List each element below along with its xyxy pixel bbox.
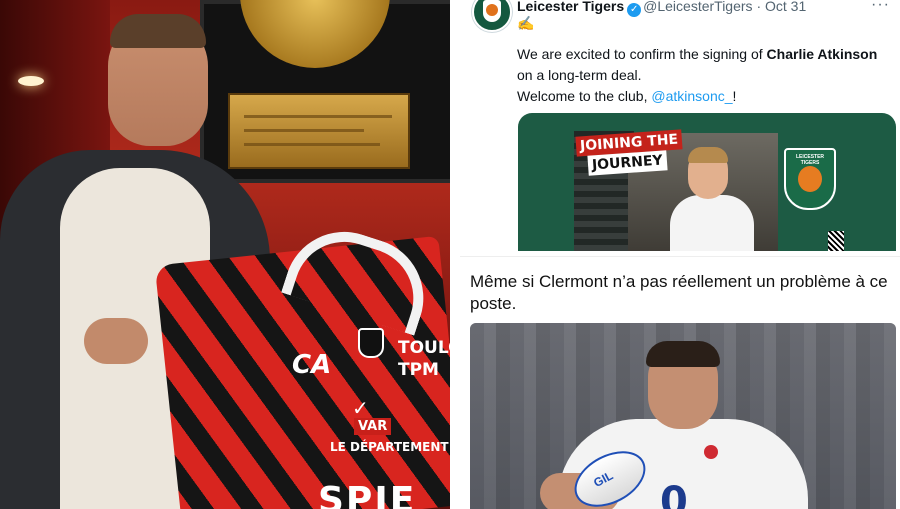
right-photo: 0 GIL	[470, 323, 896, 509]
writing-hand-emoji: ✍	[517, 15, 535, 31]
tiger-icon	[798, 166, 822, 192]
nike-swoosh-icon: ✓	[352, 396, 369, 420]
section-separator	[460, 256, 900, 257]
england-rose-icon	[704, 445, 718, 459]
ceiling-light	[18, 76, 44, 86]
welcome-suffix: !	[732, 88, 737, 104]
panel-divider	[450, 0, 460, 509]
tweet-date[interactable]: Oct 31	[765, 0, 806, 14]
gold-plaque	[228, 93, 410, 169]
header-separator: ·	[756, 0, 762, 14]
player-body	[670, 195, 754, 251]
tweet-text: We are excited to confirm the signing of…	[517, 44, 895, 86]
jersey-sponsor-departement: LE DÉPARTEMENT	[330, 440, 449, 454]
welcome-prefix: Welcome to the club,	[517, 88, 652, 104]
player-hair	[646, 341, 720, 367]
display-name[interactable]: Leicester Tigers	[517, 0, 624, 14]
rct-badge-icon	[358, 328, 384, 358]
tweet-card: Leicester Tigers ✓ @LeicesterTigers · Oct …	[460, 0, 900, 256]
tigers-badge-icon: LEICESTER TIGERS	[784, 148, 836, 210]
avatar[interactable]	[472, 0, 512, 32]
tweet-header: Leicester Tigers ✓ @LeicesterTigers · Oct …	[517, 0, 806, 17]
mention-link[interactable]: @atkinsonc_	[651, 88, 732, 104]
jersey-sponsor-toulon: TOULO	[398, 338, 450, 358]
tweet-welcome: Welcome to the club, @atkinsonc_!	[517, 88, 736, 104]
handle[interactable]: @LeicesterTigers	[643, 0, 752, 14]
tweet-media[interactable]: JOINING THE JOURNEY LEICESTER TIGERS	[518, 113, 896, 251]
more-options-icon[interactable]: ···	[871, 0, 890, 14]
verified-icon: ✓	[627, 3, 642, 17]
ball-brand: GIL	[591, 468, 616, 491]
player-name: Charlie Atkinson	[766, 46, 878, 62]
badge-text: LEICESTER TIGERS	[795, 154, 825, 166]
tiger-head-icon	[486, 4, 498, 16]
jersey-sponsor-ca: CA	[292, 350, 332, 380]
jersey-sponsor-spie: SPIE	[318, 480, 417, 509]
corner-pattern	[828, 231, 844, 251]
shirt-number: 0	[660, 479, 688, 509]
left-photo: CA TOULO TPM ✓ VAR LE DÉPARTEMENT SPIE	[0, 0, 450, 509]
jersey-sponsor-tpm: TPM	[398, 360, 439, 380]
caption-text: Même si Clermont n’a pas réellement un p…	[470, 272, 888, 313]
jersey-sponsor-var: VAR	[354, 418, 392, 435]
tweet-text-suffix: on a long-term deal.	[517, 67, 642, 83]
man-hair	[110, 14, 206, 48]
man-hand	[84, 318, 148, 364]
tweet-text-prefix: We are excited to confirm the signing of	[517, 46, 767, 62]
player-hair	[688, 147, 728, 163]
